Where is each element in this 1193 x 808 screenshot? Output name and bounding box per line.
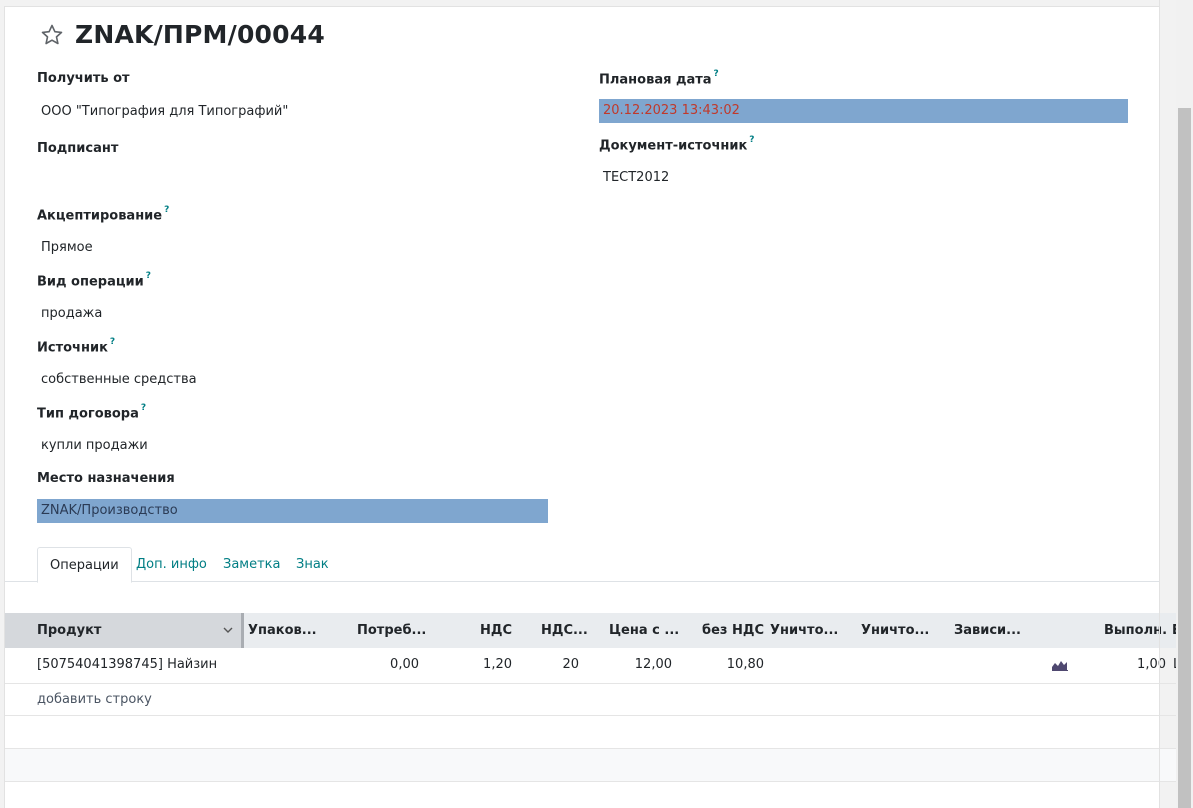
- cell-price-without-vat[interactable]: 10,80: [685, 657, 764, 672]
- column-header-dependent[interactable]: Зависи...: [954, 613, 1034, 648]
- column-header-product[interactable]: Продукт: [5, 613, 241, 648]
- contract-type-value[interactable]: купли продажи: [41, 438, 148, 453]
- column-header-vat-rate[interactable]: НДС...: [541, 613, 587, 648]
- column-header-price-without-vat[interactable]: без НДС: [685, 613, 764, 648]
- cell-done[interactable]: 1,00: [1104, 657, 1166, 672]
- favorite-star-icon[interactable]: [39, 22, 65, 48]
- tab-note[interactable]: Заметка: [211, 547, 293, 582]
- contract-type-label: Тип договора?: [37, 403, 147, 422]
- column-header-destroyed-2[interactable]: Уничто...: [861, 613, 941, 648]
- operation-type-value[interactable]: продажа: [41, 306, 102, 321]
- form-sheet: ZNAK/ПРМ/00044 Получить от ООО "Типограф…: [4, 6, 1178, 808]
- source-document-label: Документ-источник?: [599, 135, 755, 154]
- sheet-border: [1159, 0, 1160, 808]
- help-tooltip-icon[interactable]: ?: [714, 69, 719, 79]
- cell-price-with-vat[interactable]: 12,00: [605, 657, 672, 672]
- help-tooltip-icon[interactable]: ?: [110, 337, 115, 347]
- tab-extra-info[interactable]: Доп. инфо: [124, 547, 219, 582]
- column-header-vat[interactable]: НДС: [445, 613, 512, 648]
- cell-consumed[interactable]: 0,00: [357, 657, 419, 672]
- receive-from-value[interactable]: ООО "Типография для Типографий": [41, 104, 288, 119]
- record-title: ZNAK/ПРМ/00044: [75, 20, 325, 49]
- help-tooltip-icon[interactable]: ?: [141, 403, 146, 413]
- empty-table-row: [5, 716, 1177, 749]
- notebook-tabs: Операции Доп. инфо Заметка Знак: [5, 547, 1160, 583]
- acceptance-value[interactable]: Прямое: [41, 240, 93, 255]
- operations-table-header: Продукт Упаков... Потреб... НДС НДС... Ц…: [5, 613, 1178, 648]
- planned-date-field[interactable]: 20.12.2023 13:43:02: [599, 99, 1128, 123]
- signer-value[interactable]: [41, 173, 541, 191]
- destination-field[interactable]: ZNAK/Производство: [37, 499, 548, 523]
- vertical-scrollbar-thumb[interactable]: [1178, 108, 1191, 808]
- destination-label: Место назначения: [37, 471, 175, 486]
- column-header-packaging[interactable]: Упаков...: [248, 613, 328, 648]
- chevron-down-icon[interactable]: [223, 625, 233, 635]
- operation-type-label: Вид операции?: [37, 271, 151, 290]
- help-tooltip-icon[interactable]: ?: [749, 135, 754, 145]
- planned-date-label: Плановая дата?: [599, 69, 719, 88]
- cell-vat-rate[interactable]: 20: [525, 657, 579, 672]
- source-value[interactable]: собственные средства: [41, 372, 197, 387]
- table-footer-row: [5, 749, 1177, 782]
- column-resize-handle[interactable]: [241, 613, 244, 648]
- add-line-row: добавить строку: [5, 684, 1177, 716]
- column-header-destroyed-1[interactable]: Уничто...: [770, 613, 850, 648]
- add-line-link[interactable]: добавить строку: [37, 692, 152, 707]
- signer-label: Подписант: [37, 141, 119, 156]
- column-header-price-with-vat[interactable]: Цена с ...: [609, 613, 679, 648]
- help-tooltip-icon[interactable]: ?: [146, 271, 151, 281]
- title-row: ZNAK/ПРМ/00044: [39, 20, 325, 49]
- tab-operations[interactable]: Операции: [37, 547, 132, 583]
- source-label: Источник?: [37, 337, 116, 356]
- help-tooltip-icon[interactable]: ?: [164, 205, 169, 215]
- receive-from-label: Получить от: [37, 71, 130, 86]
- column-header-consumed[interactable]: Потреб...: [357, 613, 432, 648]
- source-document-value[interactable]: ТЕСТ2012: [603, 170, 669, 185]
- tab-znak[interactable]: Знак: [284, 547, 341, 582]
- table-row[interactable]: [50754041398745] Найзин 0,00 1,20 20 12,…: [5, 648, 1178, 684]
- cell-product[interactable]: [50754041398745] Найзин: [37, 657, 217, 672]
- area-chart-icon[interactable]: [1052, 659, 1068, 671]
- cell-vat[interactable]: 1,20: [445, 657, 512, 672]
- acceptance-label: Акцептирование?: [37, 205, 170, 224]
